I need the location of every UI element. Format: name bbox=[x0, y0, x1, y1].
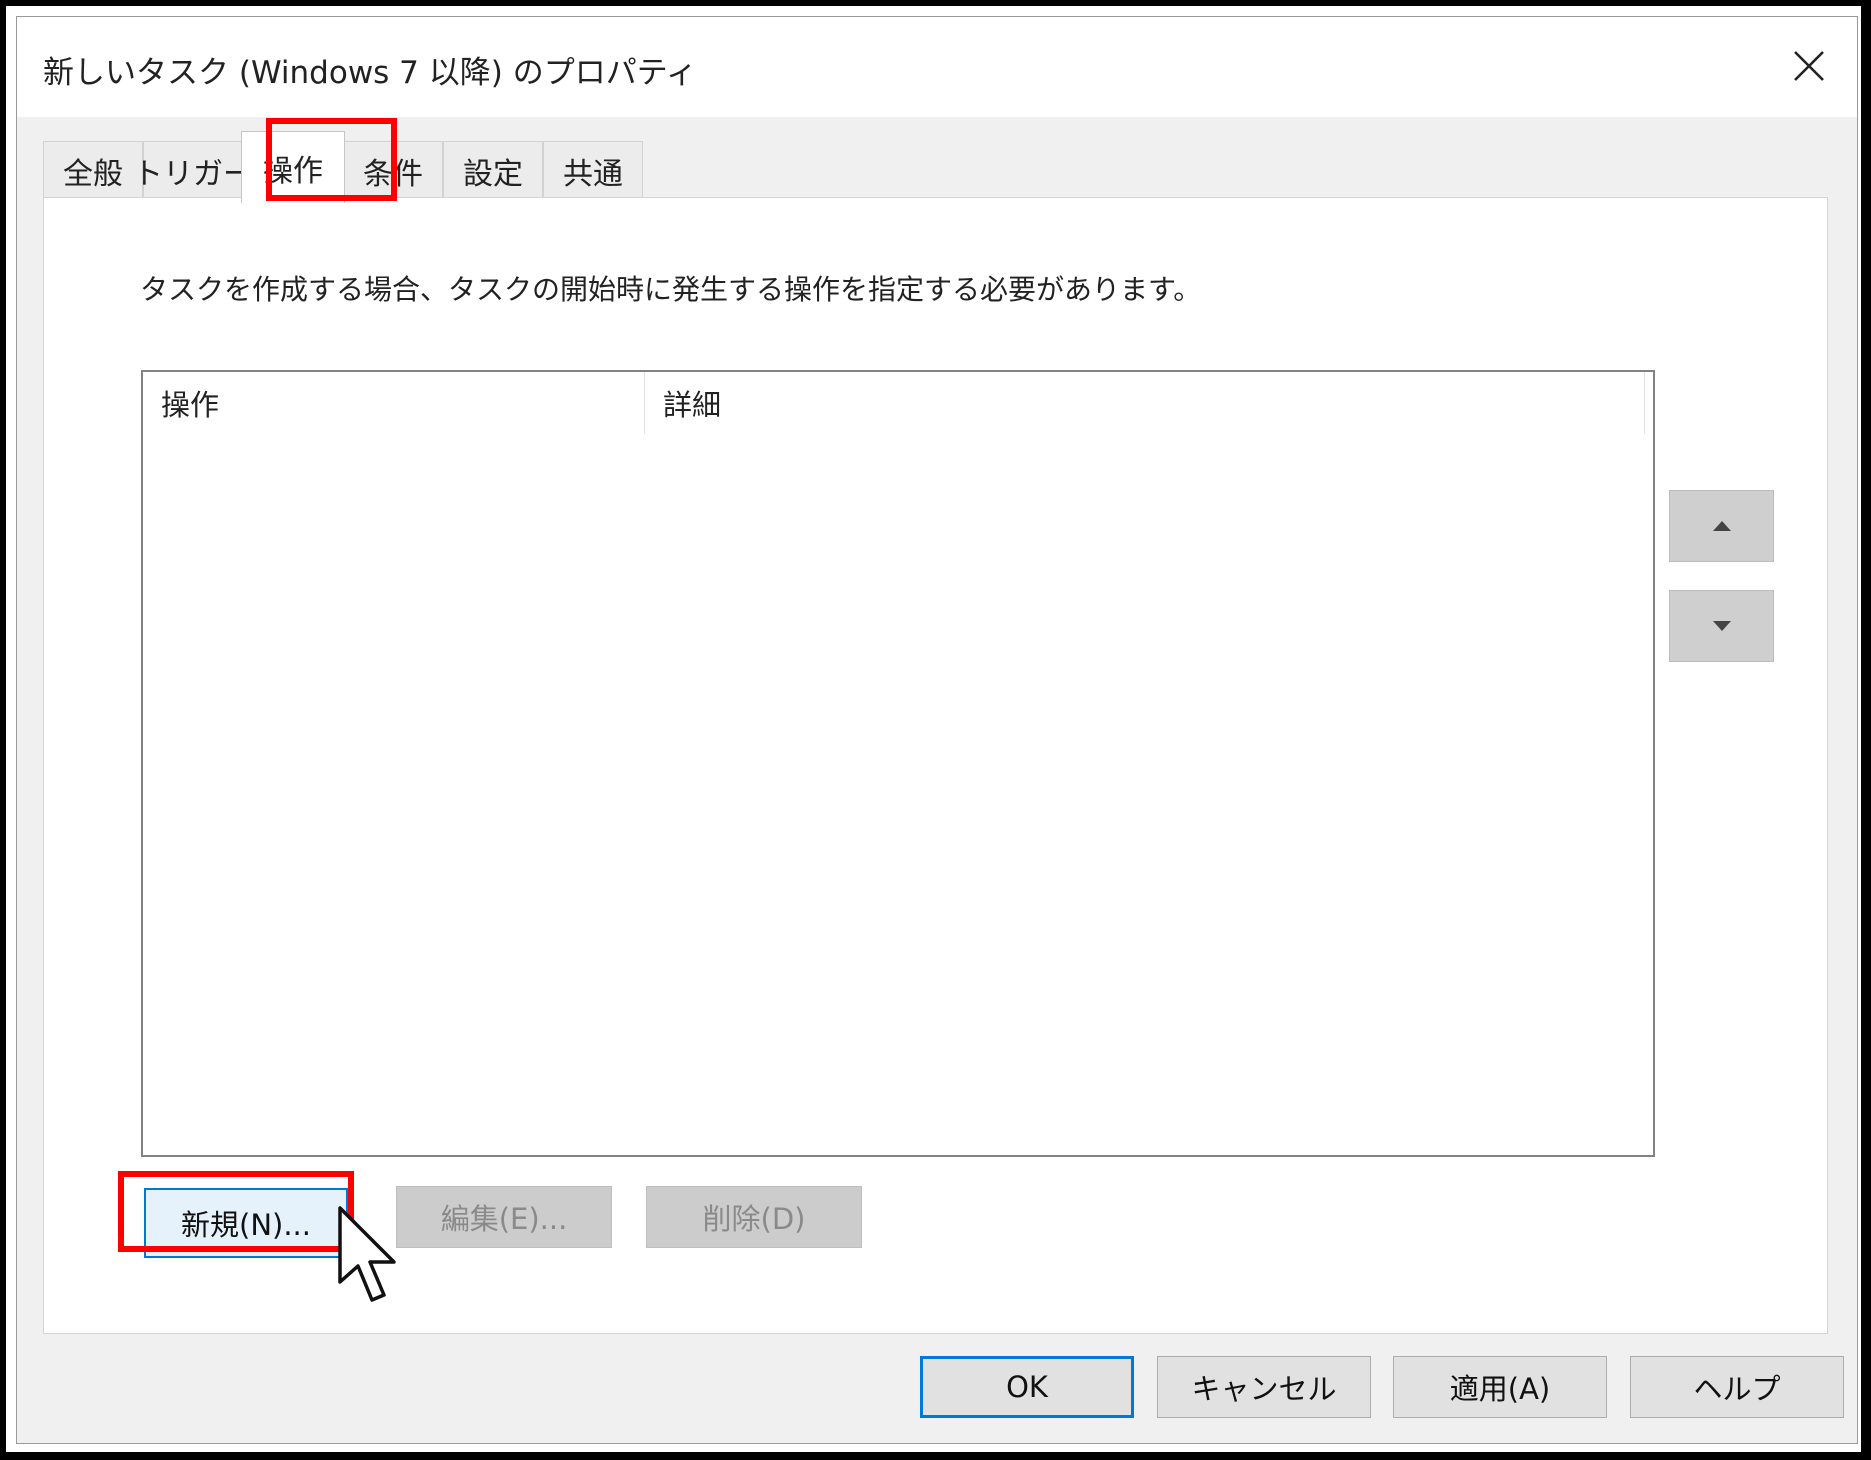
tab-settings[interactable]: 設定 bbox=[443, 141, 543, 199]
tab-general[interactable]: 全般 bbox=[43, 141, 143, 199]
list-header: 操作 詳細 bbox=[143, 372, 1645, 434]
ok-button[interactable]: OK bbox=[920, 1356, 1134, 1418]
close-button[interactable] bbox=[1769, 31, 1849, 101]
close-icon bbox=[1794, 51, 1824, 81]
dialog-title: 新しいタスク (Windows 7 以降) のプロパティ bbox=[43, 55, 697, 91]
actions-list[interactable]: 操作 詳細 bbox=[141, 370, 1655, 1157]
edit-action-button[interactable]: 編集(E)... bbox=[396, 1186, 612, 1248]
move-up-button[interactable] bbox=[1669, 490, 1774, 562]
actions-description: タスクを作成する場合、タスクの開始時に発生する操作を指定する必要があります。 bbox=[140, 273, 1202, 306]
screenshot-frame: 新しいタスク (Windows 7 以降) のプロパティ 全般 トリガー 操作 … bbox=[6, 6, 1861, 1452]
tab-conditions[interactable]: 条件 bbox=[343, 141, 443, 199]
cancel-button[interactable]: キャンセル bbox=[1157, 1356, 1371, 1418]
triangle-down-icon bbox=[1712, 621, 1731, 631]
tab-common[interactable]: 共通 bbox=[543, 141, 643, 199]
tab-actions[interactable]: 操作 bbox=[241, 131, 345, 203]
triangle-up-icon bbox=[1712, 521, 1731, 531]
new-action-button[interactable]: 新規(N)... bbox=[144, 1188, 348, 1258]
delete-action-button[interactable]: 削除(D) bbox=[646, 1186, 862, 1248]
column-header-action[interactable]: 操作 bbox=[143, 372, 645, 434]
help-button[interactable]: ヘルプ bbox=[1630, 1356, 1844, 1418]
tab-triggers[interactable]: トリガー bbox=[133, 141, 253, 199]
apply-button[interactable]: 適用(A) bbox=[1393, 1356, 1607, 1418]
actions-tab-panel: タスクを作成する場合、タスクの開始時に発生する操作を指定する必要があります。 操… bbox=[43, 197, 1828, 1334]
move-down-button[interactable] bbox=[1669, 590, 1774, 662]
task-properties-dialog: 新しいタスク (Windows 7 以降) のプロパティ 全般 トリガー 操作 … bbox=[16, 16, 1858, 1444]
column-header-details[interactable]: 詳細 bbox=[645, 372, 1645, 434]
mouse-pointer-icon bbox=[338, 1206, 396, 1302]
title-bar: 新しいタスク (Windows 7 以降) のプロパティ bbox=[17, 17, 1857, 117]
